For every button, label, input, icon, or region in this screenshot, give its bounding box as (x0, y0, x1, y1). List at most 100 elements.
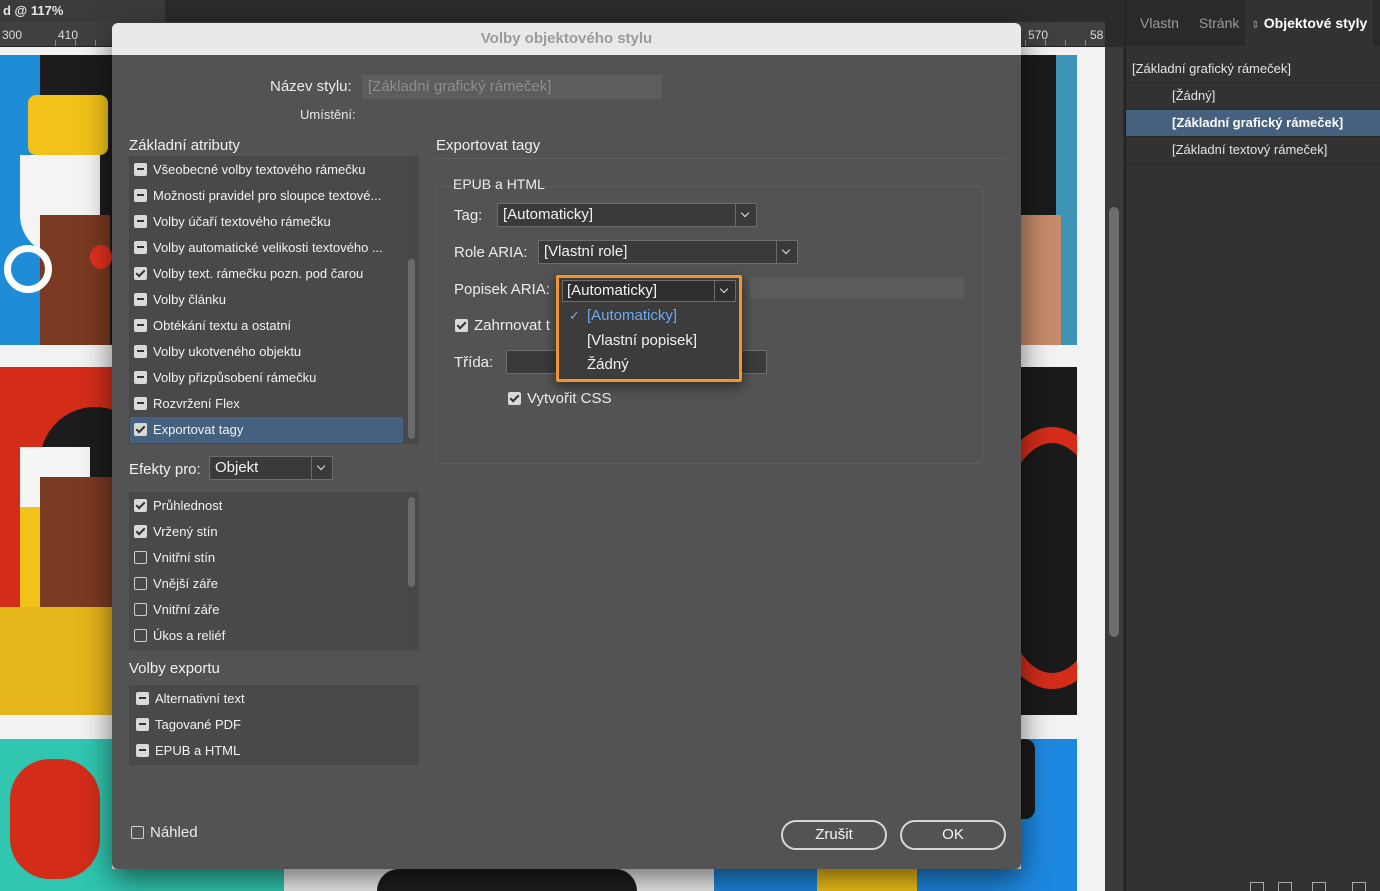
scrollbar-thumb[interactable] (1109, 207, 1119, 637)
list-item[interactable]: EPUB a HTML (136, 738, 240, 764)
list-item[interactable]: Průhlednost (134, 493, 222, 519)
list-item[interactable]: Volby článku (134, 287, 226, 313)
effects-for-label: Efekty pro: (129, 461, 201, 478)
list-item[interactable]: Volby text. rámečku pozn. pod čarou (134, 261, 363, 287)
list-item[interactable]: Vržený stín (134, 519, 218, 545)
epub-html-group-title: EPUB a HTML (453, 176, 545, 192)
list-scrollbar[interactable] (407, 495, 416, 647)
dropdown-option-automatic[interactable]: [Automaticky] (587, 307, 677, 324)
list-item[interactable]: Volby automatické velikosti textového ..… (134, 235, 383, 261)
list-item[interactable]: Vnitřní záře (134, 597, 219, 623)
checkbox[interactable] (134, 499, 147, 512)
ruler-number: 300 (2, 28, 23, 42)
basic-attributes-list: Všeobecné volby textového rámečku Možnos… (129, 156, 419, 444)
aria-label-dropdown[interactable]: [Automaticky] ✓ [Automaticky] [Vlastní p… (556, 275, 742, 382)
object-style-options-dialog: Volby objektového stylu Název stylu: [Zá… (112, 23, 1021, 869)
checkbox[interactable] (136, 718, 149, 731)
list-item-label: Volby přizpůsobení rámečku (153, 370, 317, 385)
checkbox[interactable] (136, 744, 149, 757)
checkbox[interactable] (134, 215, 147, 228)
illustration-image (0, 55, 112, 345)
list-item[interactable]: Volby přizpůsobení rámečku (134, 365, 316, 391)
effects-for-select[interactable]: Objekt (209, 456, 333, 480)
checkbox[interactable] (134, 163, 147, 176)
list-item[interactable]: Všeobecné volby textového rámečku (134, 157, 365, 183)
list-item[interactable]: Tagované PDF (136, 712, 241, 738)
checkbox[interactable] (134, 423, 147, 436)
section-divider (436, 158, 1004, 159)
tag-select[interactable]: [Automaticky] (497, 203, 757, 227)
tab-pages[interactable]: Stránk (1185, 15, 1245, 31)
list-item[interactable]: Rozvržení Flex (134, 391, 240, 417)
list-item[interactable]: Vnitřní stín (134, 545, 215, 571)
include-checkbox-row[interactable]: Zahrnovat t (455, 317, 550, 334)
style-item[interactable]: [Žádný] (1126, 83, 1380, 110)
create-css-checkbox[interactable] (508, 392, 521, 405)
checkbox[interactable] (134, 371, 147, 384)
dropdown-option-none[interactable]: Žádný (587, 356, 629, 373)
style-item[interactable]: [Základní grafický rámeček] (1126, 56, 1380, 83)
aria-label-value: [Automaticky] (567, 282, 658, 299)
tab-reorder-icon: ⇕ (1251, 20, 1260, 31)
create-css-checkbox-row[interactable]: Vytvořit CSS (508, 390, 611, 407)
aria-role-select[interactable]: [Vlastní role] (538, 240, 798, 264)
basic-attributes-title: Základní atributy (129, 137, 240, 154)
list-item[interactable]: Vnější záře (134, 571, 218, 597)
list-item-label: Volby automatické velikosti textového ..… (153, 240, 383, 255)
list-item-label: Vržený stín (153, 524, 218, 539)
checkbox[interactable] (134, 293, 147, 306)
add-icon[interactable] (1352, 882, 1366, 891)
list-item-label: Všeobecné volby textového rámečku (153, 162, 366, 177)
scrollbar-thumb[interactable] (408, 497, 415, 587)
preview-label: Náhled (150, 824, 198, 841)
checkbox[interactable] (134, 577, 147, 590)
aria-label-custom-field[interactable] (750, 277, 964, 299)
canvas-vertical-scrollbar[interactable] (1105, 47, 1123, 891)
folder-icon[interactable] (1250, 882, 1264, 891)
illustration-image (0, 739, 112, 891)
checkbox[interactable] (136, 692, 149, 705)
list-item[interactable]: Alternativní text (136, 686, 245, 712)
new-style-icon[interactable] (1312, 882, 1326, 891)
preview-checkbox[interactable] (131, 826, 144, 839)
list-item[interactable]: Obtékání textu a ostatní (134, 313, 291, 339)
checkbox[interactable] (134, 267, 147, 280)
list-item-label: Exportovat tagy (153, 422, 244, 437)
checkbox[interactable] (134, 551, 147, 564)
preview-checkbox-row[interactable]: Náhled (131, 824, 198, 841)
checkbox[interactable] (134, 189, 147, 202)
tab-properties[interactable]: Vlastn (1126, 15, 1185, 31)
list-item[interactable]: Možnosti pravidel pro sloupce textové... (134, 183, 381, 209)
include-checkbox[interactable] (455, 319, 468, 332)
list-item[interactable]: Úkos a reliéf (134, 623, 225, 649)
ok-button[interactable]: OK (900, 820, 1006, 850)
checkbox[interactable] (134, 525, 147, 538)
tab-object-styles[interactable]: ⇕ Objektové styly (1245, 0, 1374, 46)
checkbox[interactable] (134, 629, 147, 642)
list-scrollbar[interactable] (407, 159, 416, 441)
list-item[interactable]: Volby ukotveného objektu (134, 339, 301, 365)
style-name-field[interactable]: [Základní grafický rámeček] (362, 75, 662, 99)
list-item-label: Volby text. rámečku pozn. pod čarou (153, 266, 364, 281)
export-tags-title: Exportovat tagy (436, 137, 541, 154)
list-item-label: Volby ukotveného objektu (153, 344, 302, 359)
list-item[interactable]: Volby účaří textového rámečku (134, 209, 331, 235)
list-item-selected[interactable]: Exportovat tagy (130, 417, 403, 443)
document-tab[interactable]: d @ 117% (0, 0, 165, 22)
checkbox[interactable] (134, 603, 147, 616)
style-item-selected[interactable]: [Základní grafický rámeček] (1126, 110, 1380, 137)
checkbox[interactable] (134, 319, 147, 332)
checkbox[interactable] (134, 345, 147, 358)
list-item-label: Vnitřní záře (153, 602, 220, 617)
cancel-button[interactable]: Zrušit (781, 820, 887, 850)
checkbox[interactable] (134, 241, 147, 254)
class-label: Třída: (454, 354, 494, 371)
dropdown-option-custom-label[interactable]: [Vlastní popisek] (587, 332, 697, 349)
clear-overrides-icon[interactable] (1278, 882, 1292, 891)
aria-label-select[interactable]: [Automaticky] (562, 280, 736, 302)
style-item[interactable]: [Základní textový rámeček] (1126, 137, 1380, 164)
scrollbar-thumb[interactable] (408, 259, 415, 439)
checkbox[interactable] (134, 397, 147, 410)
illustration-image (112, 869, 1021, 891)
list-item-label: Tagované PDF (155, 717, 241, 732)
